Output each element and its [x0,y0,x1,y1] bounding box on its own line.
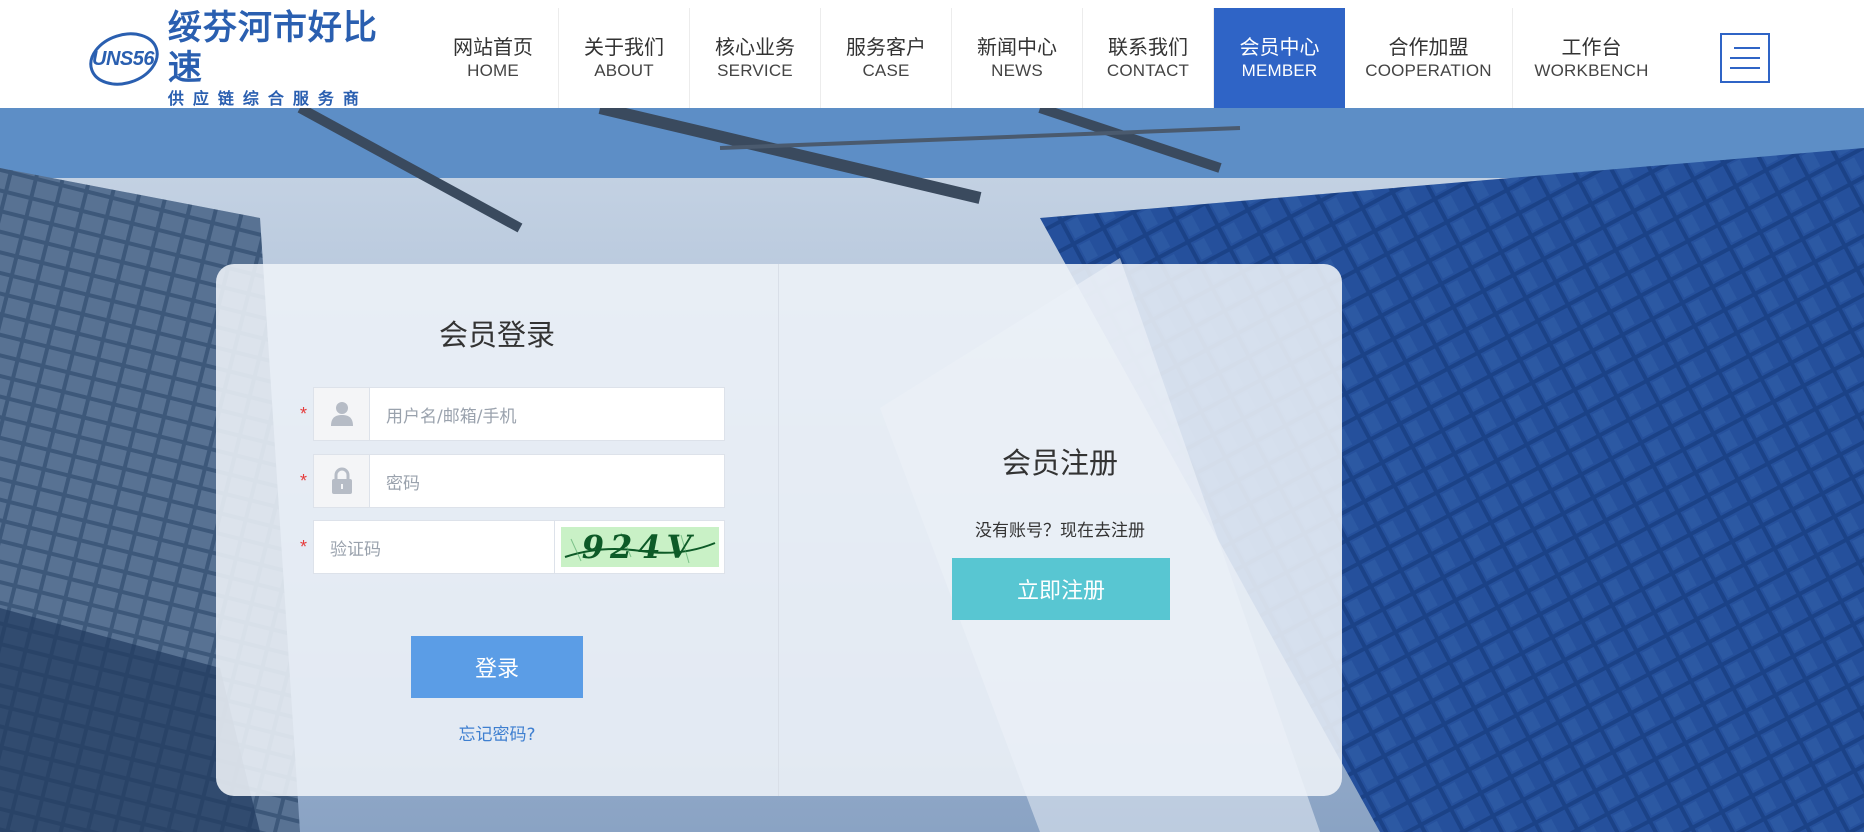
register-title: 会员注册 [1001,446,1118,480]
hamburger-menu-icon[interactable] [1720,33,1770,83]
nav-item-sublabel: NEWS [991,61,1043,80]
nav-item-label: 会员中心 [1239,35,1320,59]
user-icon [314,388,370,440]
password-placeholder: 密码 [386,473,420,494]
nav-item-sublabel: WORKBENCH [1534,61,1649,80]
captcha-placeholder: 验证码 [330,539,381,560]
logo-mark-text: UNS56 [92,48,154,70]
captcha-image[interactable]: 924V [555,520,725,574]
nav-item-sublabel: COOPERATION [1365,61,1492,80]
nav-item-sublabel: HOME [467,61,519,80]
password-row: * 密码 [291,454,725,508]
logo-subtitle: 供应链综合服务商 [167,89,368,108]
nav-item-sublabel: CONTACT [1106,61,1190,80]
nav-item-workbench[interactable]: 工作台 WORKBENCH [1513,8,1670,108]
nav-item-news[interactable]: 新闻中心 NEWS [952,8,1083,108]
nav-item-service[interactable]: 核心业务 SERVICE [690,8,821,108]
site-logo[interactable]: UNS56 绥芬河市好比速 供应链综合服务商 [86,8,406,108]
nav-item-label: 关于我们 [584,35,664,59]
nav-item-cooperation[interactable]: 合作加盟 COOPERATION [1345,8,1513,108]
password-field[interactable]: 密码 [313,454,725,508]
username-placeholder: 用户名/邮箱/手机 [386,406,517,427]
lock-icon [314,455,370,507]
nav-item-about[interactable]: 关于我们 ABOUT [559,8,690,108]
nav-item-sublabel: SERVICE [717,61,793,80]
logo-mark: UNS56 [86,28,162,90]
nav-item-sublabel: ABOUT [594,61,654,80]
logo-title: 绥芬河市好比速 [167,8,378,88]
register-description: 没有账号？现在去注册 [975,521,1145,541]
username-row: * 用户名/邮箱/手机 [291,387,725,441]
site-header: UNS56 绥芬河市好比速 供应链综合服务商 网站首页 HOME 关于我们 AB… [0,0,1864,108]
nav-item-home[interactable]: 网站首页 HOME [428,8,559,108]
nav-item-label: 联系我们 [1108,35,1188,59]
nav-item-sublabel: MEMBER [1241,61,1318,80]
nav-item-label: 工作台 [1561,35,1622,59]
member-panel: 会员登录 * 用户名/邮箱/手机 * 密码 * 验证码 924V 登录 忘记密码… [216,264,1342,796]
captcha-code: 924V [581,528,698,566]
main-nav: 网站首页 HOME 关于我们 ABOUT 核心业务 SERVICE 服务客户 C… [428,8,1670,108]
required-mark: * [299,470,307,491]
nav-item-label: 新闻中心 [977,35,1057,59]
nav-item-contact[interactable]: 联系我们 CONTACT [1083,8,1214,108]
captcha-row: * 验证码 924V [291,520,725,574]
nav-item-sublabel: CASE [862,61,910,80]
register-button[interactable]: 立即注册 [952,558,1170,620]
nav-item-case[interactable]: 服务客户 CASE [821,8,952,108]
nav-item-label: 网站首页 [453,35,533,59]
nav-item-label: 服务客户 [846,35,926,59]
captcha-field[interactable]: 验证码 [313,520,555,574]
login-title: 会员登录 [438,318,555,352]
login-button[interactable]: 登录 [411,636,583,698]
nav-item-label: 核心业务 [715,35,795,59]
required-mark: * [299,403,307,424]
forgot-password-link[interactable]: 忘记密码? [216,720,778,745]
required-mark: * [299,536,307,557]
nav-item-label: 合作加盟 [1388,35,1469,59]
username-field[interactable]: 用户名/邮箱/手机 [313,387,725,441]
nav-item-member[interactable]: 会员中心 MEMBER [1214,8,1345,108]
